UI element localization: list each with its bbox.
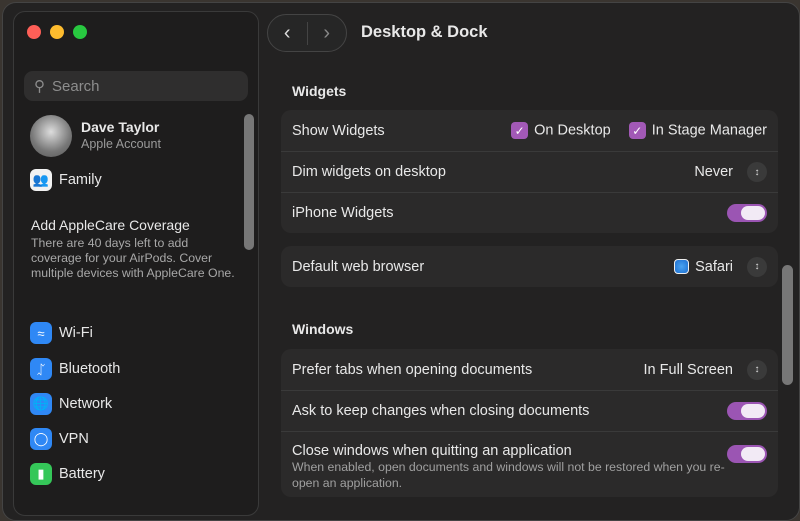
on-desktop-checkbox[interactable]: ✓ On Desktop bbox=[511, 122, 611, 139]
chevron-up-down-icon: ↕ bbox=[747, 162, 767, 182]
row-label: Dim widgets on desktop bbox=[292, 164, 446, 180]
row-label: Default web browser bbox=[292, 258, 425, 275]
sidebar-item-label: Network bbox=[59, 396, 113, 412]
sidebar-scrollbar[interactable] bbox=[244, 114, 254, 250]
windows-card: Prefer tabs when opening documents In Fu… bbox=[281, 349, 778, 497]
ask-keep-changes-toggle[interactable] bbox=[727, 402, 767, 420]
in-stage-manager-checkbox[interactable]: ✓ In Stage Manager bbox=[628, 122, 767, 139]
sidebar-item-battery[interactable]: ▮ Battery bbox=[30, 463, 105, 485]
forward-button[interactable]: › bbox=[306, 21, 347, 45]
chevron-up-down-icon: ↕ bbox=[747, 256, 767, 277]
page-title: Desktop & Dock bbox=[361, 23, 488, 41]
select-value: Never bbox=[694, 164, 733, 180]
row-label: Prefer tabs when opening documents bbox=[292, 361, 533, 378]
sidebar-item-family[interactable]: 👥 Family bbox=[30, 169, 102, 191]
search-input[interactable]: ⚲ Search bbox=[24, 71, 248, 101]
prefer-tabs-select[interactable]: In Full Screen ↕ bbox=[643, 359, 767, 380]
wifi-icon: ≈ bbox=[30, 322, 52, 344]
account-subtitle: Apple Account bbox=[81, 137, 161, 151]
bluetooth-icon: ᛢ bbox=[30, 358, 52, 380]
close-button[interactable] bbox=[27, 25, 41, 39]
sidebar-item-label: Bluetooth bbox=[59, 361, 121, 377]
select-value: In Full Screen bbox=[643, 361, 733, 378]
sidebar: ⚲ Search Dave Taylor Apple Account 👥 Fami… bbox=[13, 11, 259, 516]
checkmark-icon: ✓ bbox=[511, 122, 529, 139]
select-value: Safari bbox=[695, 258, 733, 275]
navigation-buttons: ‹ › bbox=[267, 14, 347, 52]
browser-card: Default web browser Safari ↕ bbox=[281, 246, 778, 287]
search-icon: ⚲ bbox=[34, 78, 45, 95]
safari-icon bbox=[674, 259, 690, 274]
back-button[interactable]: ‹ bbox=[268, 22, 307, 45]
iphone-widgets-row: iPhone Widgets bbox=[281, 192, 778, 233]
dim-widgets-select[interactable]: Never ↕ bbox=[694, 162, 767, 182]
sidebar-item-label: Battery bbox=[59, 466, 105, 482]
zoom-button[interactable] bbox=[73, 25, 87, 39]
checkbox-label: On Desktop bbox=[534, 122, 611, 139]
default-browser-select[interactable]: Safari ↕ bbox=[674, 256, 767, 277]
sidebar-item-account[interactable]: Dave Taylor Apple Account bbox=[30, 115, 161, 157]
chevron-up-down-icon: ↕ bbox=[747, 359, 767, 380]
close-windows-row: Close windows when quitting an applicati… bbox=[281, 431, 778, 497]
row-label: Ask to keep changes when closing documen… bbox=[292, 403, 590, 419]
toolbar: ‹ › Desktop & Dock bbox=[267, 11, 799, 53]
row-label: Close windows when quitting an applicati… bbox=[292, 443, 572, 459]
family-icon: 👥 bbox=[30, 169, 52, 191]
applecare-body: There are 40 days left to add coverage f… bbox=[31, 236, 235, 280]
sidebar-item-vpn[interactable]: ◯ VPN bbox=[30, 428, 89, 450]
row-label: Show Widgets bbox=[292, 122, 385, 139]
default-browser-row: Default web browser Safari ↕ bbox=[281, 246, 778, 287]
minimize-button[interactable] bbox=[50, 25, 64, 39]
widgets-card: Show Widgets ✓ On Desktop ✓ In Stage Manag… bbox=[281, 110, 778, 233]
sidebar-item-label: Wi-Fi bbox=[59, 325, 93, 341]
avatar bbox=[30, 115, 72, 157]
globe-icon: 🌐 bbox=[30, 393, 52, 415]
sidebar-item-network[interactable]: 🌐 Network bbox=[30, 393, 112, 415]
dim-widgets-row: Dim widgets on desktop Never ↕ bbox=[281, 151, 778, 192]
ask-keep-changes-row: Ask to keep changes when closing documen… bbox=[281, 390, 778, 431]
settings-window: ⚲ Search Dave Taylor Apple Account 👥 Fami… bbox=[2, 2, 800, 521]
row-description: When enabled, open documents and windows… bbox=[292, 460, 725, 490]
section-heading-widgets: Widgets bbox=[292, 83, 347, 99]
sidebar-item-wifi[interactable]: ≈ Wi-Fi bbox=[30, 322, 93, 344]
iphone-widgets-toggle[interactable] bbox=[727, 204, 767, 222]
checkmark-icon: ✓ bbox=[628, 122, 646, 139]
row-label: iPhone Widgets bbox=[292, 205, 394, 221]
applecare-promo[interactable]: Add AppleCare Coverage There are 40 days… bbox=[31, 217, 241, 281]
window-controls bbox=[27, 25, 87, 39]
section-heading-windows: Windows bbox=[292, 321, 354, 337]
checkbox-label: In Stage Manager bbox=[651, 122, 767, 139]
sidebar-item-label: VPN bbox=[59, 431, 89, 447]
prefer-tabs-row: Prefer tabs when opening documents In Fu… bbox=[281, 349, 778, 390]
search-placeholder: Search bbox=[52, 77, 100, 95]
show-widgets-row: Show Widgets ✓ On Desktop ✓ In Stage Manag… bbox=[281, 110, 778, 151]
account-name: Dave Taylor bbox=[81, 119, 160, 135]
applecare-title: Add AppleCare Coverage bbox=[31, 217, 190, 233]
battery-icon: ▮ bbox=[30, 463, 52, 485]
sidebar-item-bluetooth[interactable]: ᛢ Bluetooth bbox=[30, 358, 120, 380]
content-scrollbar[interactable] bbox=[782, 265, 793, 385]
sidebar-item-label: Family bbox=[59, 172, 102, 188]
vpn-icon: ◯ bbox=[30, 428, 52, 450]
close-windows-toggle[interactable] bbox=[727, 445, 767, 463]
